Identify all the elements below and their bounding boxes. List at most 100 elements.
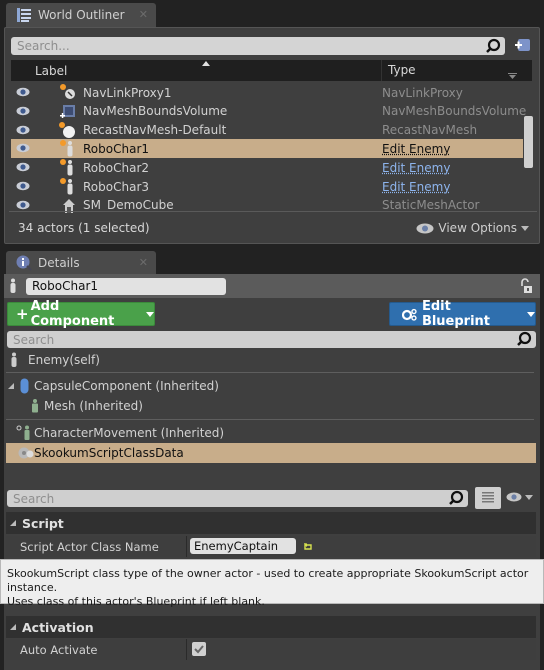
property-tooltip: SkookumScript class type of the owner ac… — [0, 559, 544, 608]
collapse-arrow-icon — [10, 624, 16, 630]
actor-name: RoboChar3 — [83, 179, 150, 194]
character-icon — [59, 140, 77, 157]
grid-list-icon — [482, 492, 494, 503]
outliner-search-input[interactable]: Search... — [11, 37, 505, 55]
close-icon[interactable]: ✕ — [139, 256, 148, 269]
reset-to-default-icon[interactable] — [303, 541, 313, 551]
component-item-capsule[interactable]: CapsuleComponent (Inherited) — [4, 376, 538, 396]
visibility-eye-icon[interactable] — [16, 162, 30, 172]
actor-type: RecastNavMesh — [382, 123, 478, 138]
property-auto-activate: Auto Activate — [6, 639, 536, 660]
visibility-options-button[interactable] — [506, 492, 533, 502]
edit-blueprint-link[interactable]: Edit Enemy — [382, 180, 450, 194]
divider — [186, 639, 187, 660]
checkmark-icon — [194, 645, 204, 654]
outliner-column-header: Label Type — [11, 60, 532, 81]
info-icon — [16, 255, 32, 271]
expand-arrow-icon[interactable] — [8, 383, 14, 389]
list-icon — [17, 8, 31, 22]
component-item-mesh[interactable]: Mesh (Inherited) — [4, 396, 538, 416]
column-label[interactable]: Label — [35, 64, 67, 78]
sort-ascending-icon — [202, 61, 210, 66]
lock-icon[interactable] — [519, 278, 533, 294]
visibility-eye-icon[interactable] — [16, 143, 30, 153]
divider — [6, 419, 534, 420]
component-item-self[interactable]: Enemy(self) — [4, 350, 538, 370]
gear-component-icon — [18, 447, 34, 459]
outliner-row[interactable]: RoboChar1 Edit Enemy — [11, 139, 523, 159]
plus-icon: + — [16, 305, 29, 323]
divider — [186, 536, 187, 557]
auto-activate-checkbox[interactable] — [192, 642, 206, 656]
add-folder-icon[interactable] — [513, 37, 531, 53]
search-icon — [486, 38, 501, 53]
character-icon — [10, 278, 16, 293]
component-item-character-movement[interactable]: CharacterMovement (Inherited) — [4, 423, 538, 443]
actor-name: NavMeshBoundsVolume — [83, 104, 228, 119]
character-icon — [11, 352, 17, 367]
capsule-icon — [20, 378, 29, 394]
property-script-actor-class-name: Script Actor Class Name EnemyCaptain — [6, 536, 536, 557]
actor-type: NavLinkProxy — [382, 85, 463, 100]
close-icon[interactable]: ✕ — [139, 8, 148, 21]
mesh-icon — [32, 399, 38, 413]
view-options-button[interactable]: View Options — [416, 221, 529, 235]
outliner-row[interactable]: RoboChar3 Edit Enemy — [11, 177, 523, 196]
blueprint-gears-icon — [402, 308, 417, 321]
search-icon — [517, 331, 532, 346]
chevron-down-icon — [525, 494, 533, 500]
nav-link-proxy-icon — [59, 84, 77, 101]
actor-name-bar: RoboChar1 — [4, 274, 540, 298]
outliner-scrollbar-thumb[interactable] — [524, 116, 533, 168]
column-type[interactable]: Type — [381, 60, 416, 81]
outliner-row[interactable]: NavLinkProxy1 NavLinkProxy — [11, 83, 523, 102]
volume-icon — [59, 103, 77, 120]
column-options-icon[interactable] — [508, 73, 517, 79]
divider — [6, 372, 534, 373]
character-icon — [59, 159, 77, 176]
actor-name: RoboChar1 — [83, 141, 150, 156]
component-search-input[interactable]: Search — [7, 331, 536, 348]
tab-world-outliner[interactable]: World Outliner ✕ — [6, 3, 156, 27]
outliner-row[interactable]: RecastNavMesh-Default RecastNavMesh — [11, 121, 523, 140]
character-icon — [59, 178, 77, 195]
actor-name: RecastNavMesh-Default — [83, 123, 227, 138]
chevron-down-icon — [146, 311, 154, 317]
script-actor-class-name-input[interactable]: EnemyCaptain — [190, 538, 296, 554]
actor-type: NavMeshBoundsVolume — [382, 104, 527, 119]
property-matrix-button[interactable] — [475, 487, 501, 509]
actor-name: RoboChar2 — [83, 160, 150, 175]
chevron-down-icon — [527, 311, 535, 317]
collapse-arrow-icon — [10, 520, 16, 526]
world-outliner-panel: Search... Label Type NavLinkProxy1 NavLin… — [4, 27, 540, 244]
movement-icon — [16, 425, 30, 440]
visibility-eye-icon[interactable] — [16, 87, 30, 97]
actor-count: 34 actors (1 selected) — [18, 221, 150, 235]
tab-title: World Outliner — [38, 8, 125, 22]
visibility-eye-icon[interactable] — [16, 106, 30, 116]
tab-details[interactable]: Details ✕ — [6, 251, 156, 274]
eye-icon — [506, 492, 522, 502]
details-panel: RoboChar1 + Add Component Edit Blueprint… — [4, 274, 540, 670]
edit-blueprint-button[interactable]: Edit Blueprint — [389, 299, 536, 329]
outliner-row[interactable]: NavMeshBoundsVolume NavMeshBoundsVolume — [11, 102, 527, 121]
visibility-eye-icon[interactable] — [16, 125, 30, 135]
section-activation[interactable]: Activation — [6, 616, 536, 638]
visibility-eye-icon[interactable] — [16, 181, 30, 191]
actor-name-input[interactable]: RoboChar1 — [26, 278, 226, 295]
search-icon — [449, 490, 464, 505]
chevron-down-icon — [521, 225, 529, 231]
component-item-skookumscript-class-data[interactable]: SkookumScriptClassData — [6, 443, 536, 463]
edit-blueprint-link[interactable]: Edit Enemy — [382, 142, 450, 156]
add-component-button[interactable]: + Add Component — [7, 299, 155, 329]
section-script[interactable]: Script — [6, 512, 536, 534]
edit-blueprint-link[interactable]: Edit Enemy — [382, 161, 450, 175]
divider — [9, 211, 537, 212]
property-search-input[interactable]: Search — [7, 490, 468, 507]
visibility-eye-icon[interactable] — [16, 200, 30, 210]
sphere-icon — [59, 121, 77, 139]
actor-name: NavLinkProxy1 — [83, 85, 172, 100]
eye-icon — [416, 223, 434, 233]
tab-title: Details — [38, 255, 80, 270]
outliner-row[interactable]: RoboChar2 Edit Enemy — [11, 158, 523, 177]
